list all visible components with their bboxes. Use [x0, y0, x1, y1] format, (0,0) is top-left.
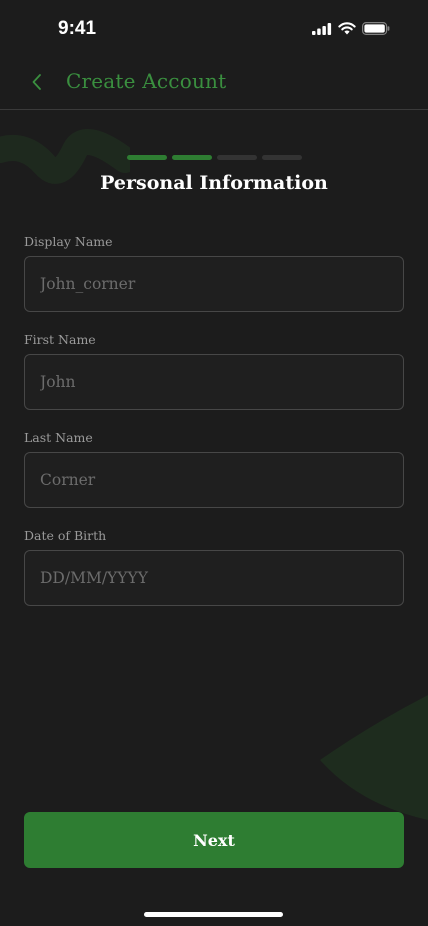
cellular-signal-icon — [312, 22, 332, 35]
progress-step-4 — [262, 155, 302, 160]
progress-step-3 — [217, 155, 257, 160]
status-time: 9:41 — [58, 18, 97, 39]
wifi-icon — [338, 22, 356, 35]
home-indicator — [144, 912, 283, 917]
status-bar: 9:41 — [0, 0, 428, 58]
back-button[interactable] — [24, 68, 52, 96]
next-button[interactable]: Next — [24, 812, 404, 868]
battery-icon — [362, 22, 390, 35]
nav-title: Create Account — [66, 69, 227, 93]
first-name-input[interactable] — [24, 354, 404, 410]
page-title: Personal Information — [100, 172, 328, 194]
nav-bar: Create Account — [0, 58, 428, 110]
last-name-input[interactable] — [24, 452, 404, 508]
background-squiggle-decoration — [0, 129, 130, 184]
step-progress-indicator — [127, 155, 302, 160]
progress-step-2 — [172, 155, 212, 160]
progress-step-1 — [127, 155, 167, 160]
display-name-input[interactable] — [24, 256, 404, 312]
display-name-label: Display Name — [24, 234, 113, 249]
date-of-birth-label: Date of Birth — [24, 528, 107, 543]
last-name-label: Last Name — [24, 430, 93, 445]
status-icons — [312, 22, 390, 35]
chevron-left-icon — [32, 74, 41, 90]
first-name-label: First Name — [24, 332, 96, 347]
background-wedge-decoration — [320, 695, 428, 820]
date-of-birth-input[interactable] — [24, 550, 404, 606]
